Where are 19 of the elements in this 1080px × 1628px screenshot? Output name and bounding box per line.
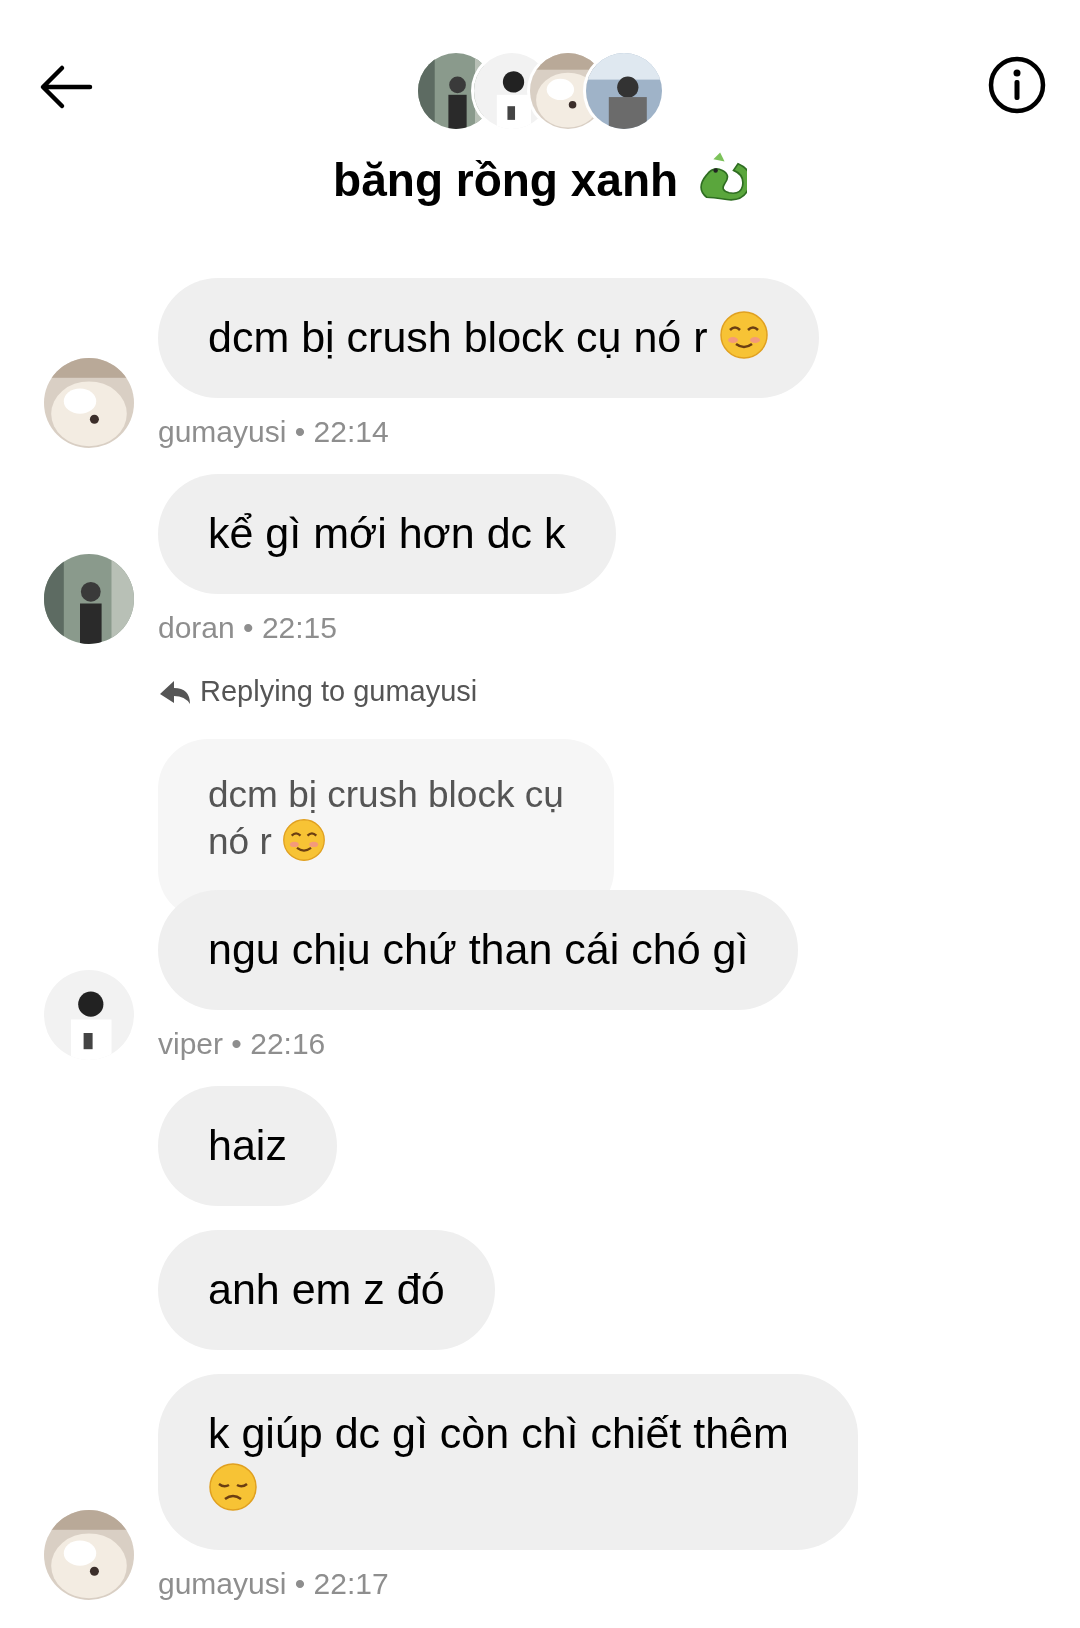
smiling-face-icon bbox=[282, 817, 327, 862]
message-text: anh em z đó bbox=[208, 1265, 445, 1314]
reply-label: Replying to gumayusi bbox=[200, 673, 478, 709]
info-button[interactable] bbox=[988, 56, 1046, 114]
message-text: ngu chịu chứ than cái chó gì bbox=[208, 925, 749, 974]
sender-time: viper • 22:16 bbox=[158, 1026, 326, 1063]
message-text: k giúp dc gì còn chì chiết thêm bbox=[208, 1408, 789, 1457]
message-text: dcm bị crush block cụ nó r bbox=[208, 313, 709, 362]
message-text: kể gì mới hơn dc k bbox=[208, 509, 566, 558]
smiling-face-icon bbox=[719, 310, 770, 361]
sender-time: gumayusi • 22:14 bbox=[158, 414, 389, 451]
message-text: haiz bbox=[208, 1121, 287, 1170]
quoted-text: nó r bbox=[208, 820, 273, 862]
chat-title: băng rồng xanh bbox=[333, 154, 680, 206]
sad-face-icon bbox=[208, 1461, 258, 1512]
sender-time: gumayusi • 22:17 bbox=[158, 1565, 389, 1602]
sender-time: doran • 22:15 bbox=[158, 609, 337, 646]
info-icon bbox=[988, 56, 1046, 114]
quoted-text: dcm bị crush block cụ bbox=[208, 774, 564, 816]
